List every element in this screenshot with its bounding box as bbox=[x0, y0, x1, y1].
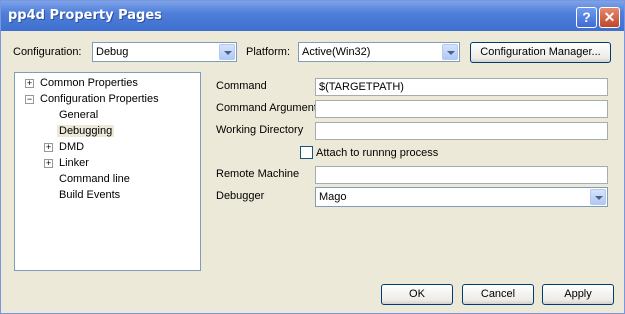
configuration-select[interactable]: Debug bbox=[92, 42, 237, 62]
command-label: Command bbox=[216, 80, 267, 92]
ok-button[interactable]: OK bbox=[381, 284, 453, 305]
title-bar[interactable]: pp4d Property Pages ? ✕ bbox=[1, 1, 624, 31]
help-button[interactable]: ? bbox=[576, 7, 597, 28]
tree-item-common-properties[interactable]: Common Properties bbox=[40, 77, 138, 89]
working-directory-label: Working Directory bbox=[216, 124, 304, 136]
remote-machine-label: Remote Machine bbox=[216, 168, 300, 180]
attach-process-label[interactable]: Attach to runnng process bbox=[316, 147, 438, 159]
expand-plus-icon[interactable]: + bbox=[44, 143, 53, 152]
tree-item-dmd[interactable]: DMD bbox=[59, 141, 84, 153]
collapse-minus-icon[interactable]: − bbox=[25, 95, 34, 104]
tree-item-general[interactable]: General bbox=[59, 109, 98, 121]
command-value: $(TARGETPATH) bbox=[319, 81, 404, 93]
configuration-manager-button[interactable]: Configuration Manager... bbox=[470, 42, 611, 63]
chevron-down-icon[interactable] bbox=[590, 189, 606, 205]
remote-machine-field[interactable] bbox=[315, 166, 608, 184]
tree-item-debugging[interactable]: Debugging bbox=[57, 125, 115, 137]
close-button[interactable]: ✕ bbox=[599, 7, 620, 28]
expand-plus-icon[interactable]: + bbox=[25, 79, 34, 88]
command-arguments-field[interactable] bbox=[315, 100, 608, 118]
platform-value: Active(Win32) bbox=[302, 46, 371, 58]
command-field[interactable]: $(TARGETPATH) bbox=[315, 78, 608, 96]
expand-plus-icon[interactable]: + bbox=[44, 159, 53, 168]
debugger-value: Mago bbox=[319, 191, 347, 203]
platform-select[interactable]: Active(Win32) bbox=[298, 42, 460, 62]
command-arguments-label: Command Arguments bbox=[216, 102, 323, 114]
configuration-label: Configuration: bbox=[13, 46, 82, 58]
window-title: pp4d Property Pages bbox=[8, 8, 162, 23]
cancel-button[interactable]: Cancel bbox=[462, 284, 534, 305]
property-tree[interactable]: + Common Properties − Configuration Prop… bbox=[14, 72, 201, 271]
chevron-down-icon[interactable] bbox=[219, 44, 235, 60]
platform-label: Platform: bbox=[246, 46, 291, 58]
tree-item-configuration-properties[interactable]: Configuration Properties bbox=[40, 93, 159, 105]
tree-item-build-events[interactable]: Build Events bbox=[59, 189, 120, 201]
tree-item-command-line[interactable]: Command line bbox=[59, 173, 130, 185]
working-directory-field[interactable] bbox=[315, 122, 608, 140]
configuration-value: Debug bbox=[96, 46, 129, 58]
property-pages-dialog: pp4d Property Pages ? ✕ Configuration: D… bbox=[0, 0, 625, 314]
debugger-select[interactable]: Mago bbox=[315, 187, 608, 207]
debugger-label: Debugger bbox=[216, 190, 265, 202]
tree-item-linker[interactable]: Linker bbox=[59, 157, 89, 169]
apply-button[interactable]: Apply bbox=[542, 284, 614, 305]
attach-process-checkbox[interactable] bbox=[300, 146, 313, 159]
chevron-down-icon[interactable] bbox=[442, 44, 458, 60]
